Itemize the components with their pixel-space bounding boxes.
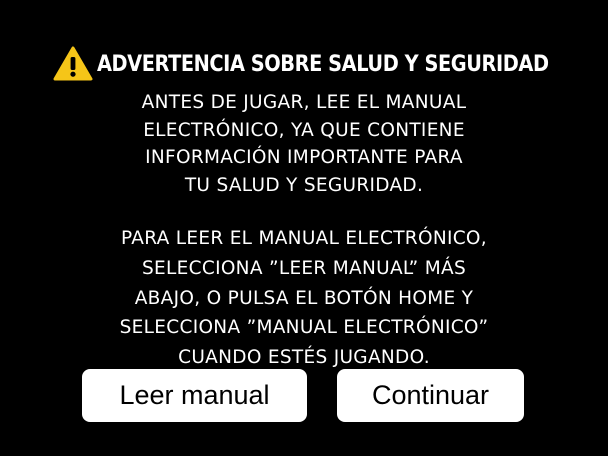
instruction-line: PARA LEER EL MANUAL ELECTRÓNICO,: [121, 228, 487, 249]
continue-label: Continuar: [371, 380, 490, 410]
notice-line: ELECTRÓNICO, YA QUE CONTIENE: [143, 119, 465, 141]
manual-instructions-text: PARA LEER EL MANUAL ELECTRÓNICO, SELECCI…: [0, 224, 608, 373]
health-safety-screen: ADVERTENCIA SOBRE SALUD Y SEGURIDAD ANTE…: [0, 0, 608, 456]
warning-title: ADVERTENCIA SOBRE SALUD Y SEGURIDAD: [97, 51, 549, 77]
read-manual-button[interactable]: Leer manual: [82, 369, 307, 422]
instruction-line: SELECCIONA ”LEER MANUAL” MÁS: [142, 257, 466, 279]
notice-line: INFORMACIÓN IMPORTANTE PARA: [145, 147, 463, 169]
notice-line: ANTES DE JUGAR, LEE EL MANUAL: [141, 92, 467, 113]
instruction-line: ABAJO, O PULSA EL BOTÓN HOME Y: [134, 287, 474, 309]
instruction-line: SELECCIONA ”MANUAL ELECTRÓNICO”: [119, 317, 489, 339]
safety-notice-text: ANTES DE JUGAR, LEE EL MANUAL ELECTRÓNIC…: [0, 89, 608, 199]
read-manual-label: Leer manual: [119, 380, 270, 410]
warning-header: ADVERTENCIA SOBRE SALUD Y SEGURIDAD: [0, 44, 608, 84]
warning-triangle-icon: [53, 46, 93, 81]
notice-line: TU SALUD Y SEGURIDAD.: [184, 174, 424, 196]
continue-button[interactable]: Continuar: [337, 369, 524, 422]
